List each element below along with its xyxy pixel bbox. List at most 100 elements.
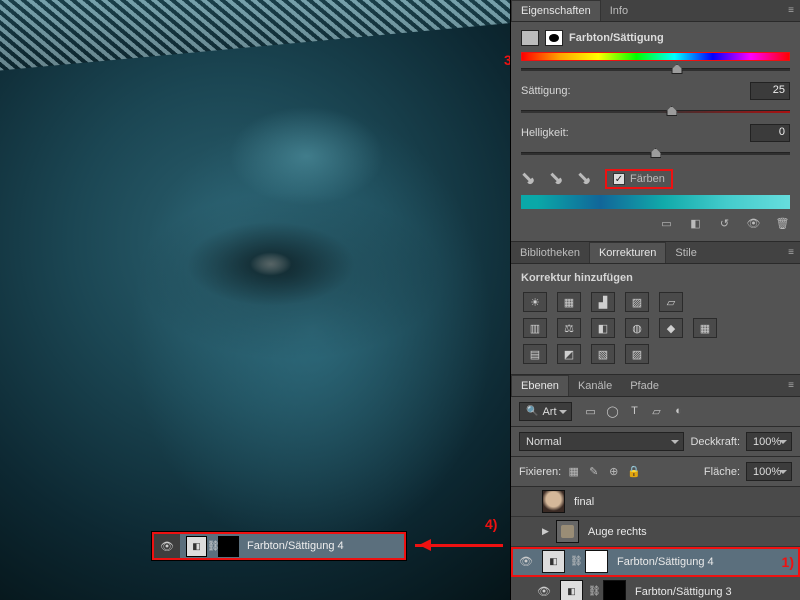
layer-thumb[interactable] [542, 490, 565, 513]
eye-icon[interactable]: 👁 [154, 534, 180, 558]
adjustment-thumb-icon: ◧ [186, 536, 207, 557]
corrections-heading: Korrektur hinzufügen [521, 272, 790, 284]
filter-shape-icon[interactable]: ▱ [650, 405, 664, 418]
reset-icon[interactable]: ↺ [717, 217, 732, 230]
properties-tabs: Eigenschaften Info ≡ [511, 0, 800, 22]
link-icon[interactable]: ⛓ [570, 556, 580, 567]
mask-mode-icon[interactable] [545, 30, 563, 46]
layer-name[interactable]: final [574, 496, 594, 508]
vibrance-icon[interactable]: ▱ [659, 292, 683, 312]
saturation-value[interactable]: 25 [750, 82, 790, 100]
filter-smart-icon[interactable]: ◐ [672, 405, 686, 418]
opacity-value: 100% [753, 436, 781, 448]
gradient-map-icon[interactable]: ▨ [625, 344, 649, 364]
filter-adjust-icon[interactable]: ◯ [606, 405, 620, 418]
layer-list[interactable]: final ▶ Auge rechts 👁 ◧ ⛓ Farbton/Sättig… [511, 487, 800, 600]
adjustment-thumb-icon[interactable]: ◧ [542, 550, 565, 573]
tab-korrekturen[interactable]: Korrekturen [589, 242, 666, 263]
layer-name[interactable]: Farbton/Sättigung 3 [635, 586, 732, 598]
brightness-contrast-icon[interactable]: ☀ [523, 292, 547, 312]
adjustments-row-2: ▥ ⚖ ◧ ◍ ◆ ▦ [521, 314, 790, 340]
panel-menu-icon[interactable]: ≡ [782, 380, 800, 391]
layer-name[interactable]: Auge rechts [588, 526, 647, 538]
layer-name[interactable]: Farbton/Sättigung 4 [617, 556, 714, 568]
toggle-visibility-icon[interactable]: 👁 [746, 217, 761, 230]
layer-row[interactable]: 👁 ◧ ⛓ Farbton/Sättigung 3 [511, 577, 800, 600]
curves-icon[interactable]: ▟ [591, 292, 615, 312]
fill-label: Fläche: [704, 466, 740, 478]
layer-mask-thumb[interactable] [603, 580, 626, 600]
layers-tabs: Ebenen Kanäle Pfade ≡ [511, 375, 800, 397]
layer-kind-dropdown[interactable]: 🔍 Art [519, 402, 572, 421]
delete-adjustment-icon[interactable]: 🗑 [775, 217, 790, 230]
threshold-icon[interactable]: ▧ [591, 344, 615, 364]
lightness-slider-thumb[interactable] [650, 148, 661, 158]
invert-icon[interactable]: ▤ [523, 344, 547, 364]
hue-sat-icon[interactable]: ▥ [523, 318, 547, 338]
view-previous-icon[interactable]: ◧ [688, 217, 703, 230]
clip-to-layer-icon[interactable]: ▭ [659, 217, 674, 230]
lock-position-icon[interactable]: ⊕ [607, 465, 620, 478]
adjustment-thumb-icon[interactable]: ◧ [560, 580, 583, 600]
tab-pfade[interactable]: Pfade [621, 375, 668, 396]
eye-icon[interactable]: 👁 [533, 585, 555, 598]
opacity-dropdown[interactable]: 100% [746, 432, 792, 451]
tab-stile[interactable]: Stile [666, 242, 705, 263]
layer-row-group[interactable]: ▶ Auge rechts [511, 517, 800, 547]
layer-mask-thumb[interactable] [218, 536, 239, 557]
adjustments-row-1: ☀ ▦ ▟ ▨ ▱ [521, 288, 790, 314]
levels-icon[interactable]: ▦ [557, 292, 581, 312]
colorize-label: Färben [630, 173, 665, 185]
saturation-label: Sättigung: [521, 85, 599, 97]
annotation-step-1: 1) [782, 554, 794, 570]
filter-pixel-icon[interactable]: ▭ [584, 405, 598, 418]
tab-kanaele[interactable]: Kanäle [569, 375, 621, 396]
link-icon[interactable]: ⛓ [588, 586, 598, 597]
panel-menu-icon[interactable]: ≡ [782, 5, 800, 16]
tab-info[interactable]: Info [601, 0, 637, 21]
layer-row-selected[interactable]: 👁 ◧ ⛓ Farbton/Sättigung 4 1) [511, 547, 800, 577]
panel-menu-icon[interactable]: ≡ [782, 247, 800, 258]
dragged-layer-row[interactable]: 👁 ◧ ⛓ Farbton/Sättigung 4 [152, 532, 406, 560]
tab-eigenschaften[interactable]: Eigenschaften [511, 0, 601, 21]
eyedropper-subtract-icon[interactable] [574, 169, 594, 189]
saturation-slider-thumb[interactable] [666, 106, 677, 116]
hue-slider-thumb[interactable] [672, 64, 683, 74]
lightness-slider[interactable] [521, 147, 790, 161]
exposure-icon[interactable]: ▨ [625, 292, 649, 312]
colorize-option[interactable]: ✓ Färben [605, 169, 673, 189]
corrections-tabs: Bibliotheken Korrekturen Stile ≡ [511, 242, 800, 264]
eye-icon[interactable]: 👁 [515, 555, 537, 568]
blend-mode-value: Normal [526, 436, 561, 448]
saturation-slider[interactable] [521, 105, 790, 119]
fill-value: 100% [753, 466, 781, 478]
blend-mode-dropdown[interactable]: Normal [519, 432, 684, 451]
tab-ebenen[interactable]: Ebenen [511, 375, 569, 396]
lightness-value[interactable]: 0 [750, 124, 790, 142]
folder-icon[interactable] [556, 520, 579, 543]
lock-transparent-icon[interactable]: ▦ [567, 465, 580, 478]
photo-filter-icon[interactable]: ◍ [625, 318, 649, 338]
layer-mask-thumb[interactable] [585, 550, 608, 573]
colorize-checkbox[interactable]: ✓ [613, 173, 625, 185]
lock-pixels-icon[interactable]: ✎ [587, 465, 600, 478]
document-canvas[interactable]: 3) 👁 ◧ ⛓ Farbton/Sättigung 4 4) [0, 0, 510, 600]
disclosure-triangle-icon[interactable]: ▶ [542, 526, 549, 537]
hue-slider-track[interactable] [521, 63, 790, 77]
eyedropper-icon[interactable] [518, 169, 538, 189]
channel-mixer-icon[interactable]: ◆ [659, 318, 683, 338]
layer-filter-bar: 🔍 Art ▭ ◯ T ▱ ◐ [511, 397, 800, 427]
tab-bibliotheken[interactable]: Bibliotheken [511, 242, 589, 263]
lock-all-icon[interactable]: 🔒 [627, 465, 640, 478]
layer-row[interactable]: final [511, 487, 800, 517]
filter-type-icon[interactable]: T [628, 405, 642, 418]
posterize-icon[interactable]: ◩ [557, 344, 581, 364]
bw-icon[interactable]: ◧ [591, 318, 615, 338]
color-balance-icon[interactable]: ⚖ [557, 318, 581, 338]
annotation-step-4: 4) [485, 516, 497, 532]
fill-dropdown[interactable]: 100% [746, 462, 792, 481]
lightness-label: Helligkeit: [521, 127, 599, 139]
eyedropper-add-icon[interactable] [546, 169, 566, 189]
hue-slider[interactable] [521, 52, 790, 61]
color-lookup-icon[interactable]: ▦ [693, 318, 717, 338]
